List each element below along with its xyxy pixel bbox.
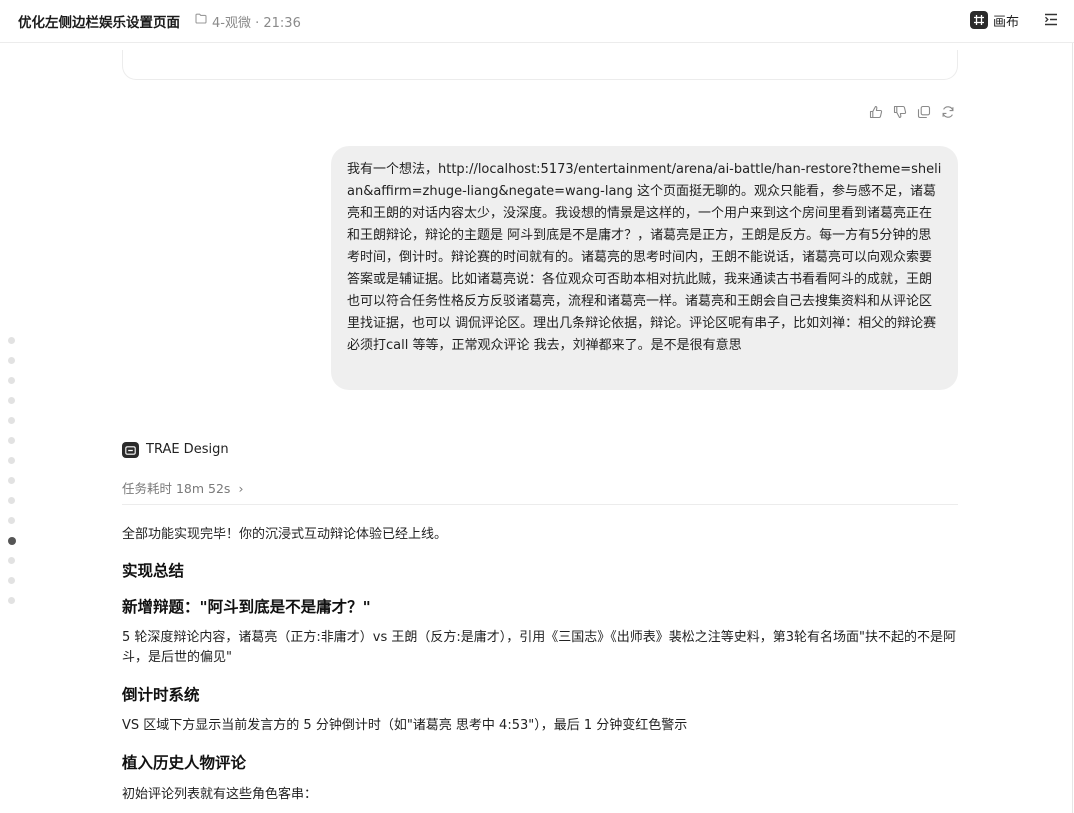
timeline-dot[interactable] — [8, 457, 15, 464]
canvas-icon — [970, 11, 988, 29]
folder-icon — [195, 13, 207, 24]
timeline-dot[interactable] — [8, 597, 15, 604]
timeline-dot[interactable] — [8, 417, 15, 424]
task-duration-toggle[interactable]: 任务耗时 18m 52s › — [122, 478, 243, 497]
comments-description: 初始评论列表就有这些角色客串： — [122, 787, 318, 802]
task-duration: 任务耗时 18m 52s — [122, 481, 231, 496]
heading-summary: 实现总结 — [122, 562, 185, 580]
response-intro: 全部功能实现完毕！你的沉浸式互动辩论体验已经上线。 — [122, 527, 448, 542]
timeline-dot[interactable] — [8, 397, 15, 404]
timeline-dot[interactable] — [8, 497, 15, 504]
timer-description: VS 区域下方显示当前发言方的 5 分钟倒计时（如"诸葛亮 思考中 4:53"）… — [122, 718, 688, 733]
timeline-dot[interactable] — [8, 557, 15, 564]
timeline-dot[interactable] — [8, 357, 15, 364]
page-title: 优化左侧边栏娱乐设置页面 — [18, 15, 180, 31]
meta-separator: · — [250, 16, 264, 31]
thumbs-up-icon[interactable] — [869, 105, 883, 119]
chevron-right-icon: › — [238, 481, 244, 496]
timeline-dot[interactable] — [8, 437, 15, 444]
conversation-meta: 4-观微 · 21:36 — [212, 12, 301, 31]
divider — [122, 504, 958, 505]
panel-edge — [1072, 43, 1073, 813]
canvas-label: 画布 — [993, 14, 1020, 30]
message-actions — [869, 105, 955, 119]
topic-description: 5 轮深度辩论内容，诸葛亮（正方:非庸才）vs 王朗（反方:是庸才），引用《三国… — [122, 630, 957, 665]
timeline-dot[interactable] — [8, 477, 15, 484]
timeline-dot[interactable] — [7, 537, 16, 545]
refresh-icon[interactable] — [941, 105, 955, 119]
folder-name: 4-观微 — [212, 16, 251, 31]
timeline-dot[interactable] — [8, 517, 15, 524]
canvas-button[interactable]: 画布 — [970, 10, 1019, 30]
assistant-avatar-icon — [122, 442, 139, 458]
heading-timer: 倒计时系统 — [122, 686, 200, 704]
copy-icon[interactable] — [917, 105, 931, 119]
top-bar: 优化左侧边栏娱乐设置页面 4-观微 · 21:36 画布 — [0, 0, 1074, 43]
timeline-dot[interactable] — [8, 577, 15, 584]
timeline-dot[interactable] — [8, 377, 15, 384]
user-message-bubble: 我有一个想法，http://localhost:5173/entertainme… — [331, 146, 958, 390]
heading-comments: 植入历史人物评论 — [122, 754, 247, 772]
previous-message-card — [122, 50, 958, 80]
thumbs-down-icon[interactable] — [893, 105, 907, 119]
heading-topic: 新增辩题："阿斗到底是不是庸才？" — [122, 598, 371, 616]
assistant-name: TRAE Design — [146, 442, 229, 457]
conversation-time: 21:36 — [263, 16, 301, 31]
user-message-text: 我有一个想法，http://localhost:5173/entertainme… — [347, 162, 942, 353]
outline-menu-icon[interactable] — [1044, 13, 1058, 26]
timeline-dot[interactable] — [8, 337, 15, 344]
